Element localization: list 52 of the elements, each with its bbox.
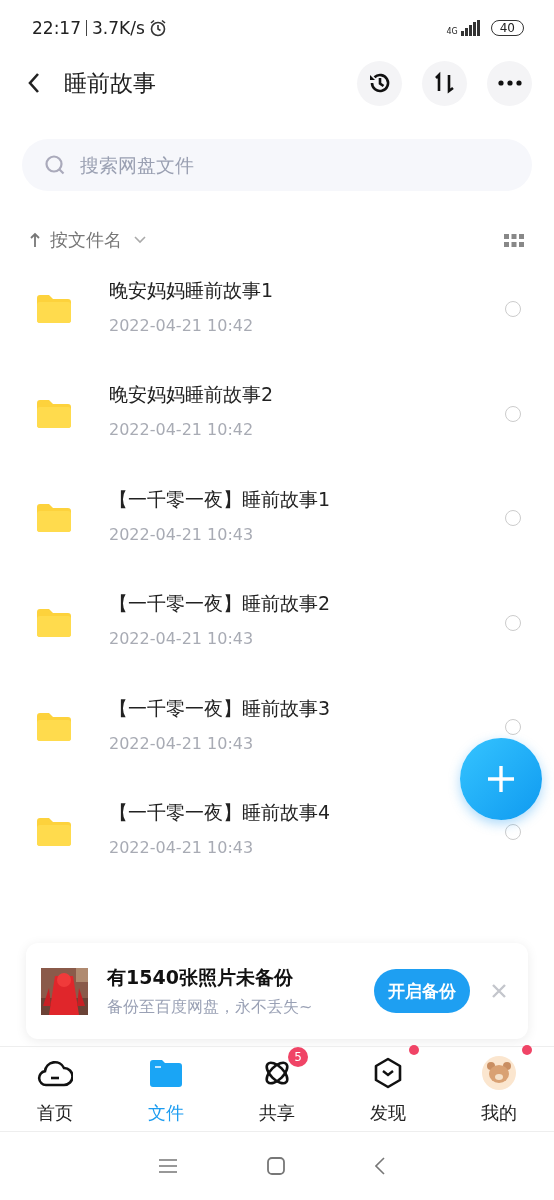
more-icon	[497, 80, 522, 86]
sort-dropdown[interactable]: 按文件名	[50, 228, 146, 252]
more-button[interactable]	[487, 60, 532, 106]
search-icon	[44, 154, 66, 176]
folder-icon	[150, 1059, 183, 1087]
add-button[interactable]	[460, 738, 542, 820]
back-icon[interactable]	[26, 71, 42, 95]
network-type: 4G	[446, 27, 458, 36]
arrow-up-icon	[30, 232, 40, 248]
menu-icon[interactable]	[159, 1159, 177, 1173]
folder-icon	[37, 713, 71, 742]
tab[interactable]: 发现	[332, 1047, 444, 1131]
folder-name[interactable]: 晚安妈妈睡前故事1	[109, 277, 274, 304]
chevron-down-icon	[134, 236, 146, 244]
modified-date: 2022-04-21 10:43	[109, 629, 254, 649]
sort-button[interactable]	[422, 60, 467, 106]
folder-name[interactable]: 【一千零一夜】睡前故事2	[109, 591, 331, 618]
folder-icon	[37, 295, 71, 324]
network-speed: 3.7K/s	[92, 17, 145, 38]
close-icon[interactable]	[492, 984, 506, 998]
modified-date: 2022-04-21 10:43	[109, 733, 254, 753]
count-badge: 5	[288, 1047, 308, 1067]
alarm-icon	[148, 18, 167, 37]
folder-name[interactable]: 【一千零一夜】睡前故事3	[109, 695, 331, 722]
history-button[interactable]	[357, 60, 402, 106]
modified-date: 2022-04-21 10:43	[109, 838, 254, 858]
home-square-icon[interactable]	[267, 1157, 285, 1175]
tab[interactable]: 5 共享	[221, 1047, 333, 1131]
backup-title: 有1540张照片未备份	[107, 964, 294, 990]
avatar-icon	[481, 1056, 516, 1090]
grid-view-icon[interactable]	[504, 233, 524, 247]
search-field[interactable]: 搜索网盘文件	[22, 139, 532, 191]
folder-name[interactable]: 【一千零一夜】睡前故事4	[109, 800, 331, 827]
cloud-icon	[37, 1058, 74, 1088]
page-title: 睡前故事	[64, 68, 157, 98]
modified-date: 2022-04-21 10:43	[109, 524, 254, 544]
folder-icon	[37, 504, 71, 533]
modified-date: 2022-04-21 10:42	[109, 420, 254, 440]
modified-date: 2022-04-21 10:42	[109, 315, 254, 335]
folder-icon	[37, 399, 71, 428]
folder-name[interactable]: 【一千零一夜】睡前故事1	[109, 486, 331, 513]
tab[interactable]: 首页	[0, 1047, 111, 1131]
atom-icon	[262, 1058, 292, 1088]
tab[interactable]: 我的	[443, 1047, 554, 1131]
signal-icon	[460, 19, 481, 36]
backup-subtitle: 备份至百度网盘，永不丢失~	[107, 996, 314, 1018]
folder-icon	[37, 608, 71, 637]
plus-icon	[486, 764, 516, 794]
folder-icon	[37, 817, 71, 846]
hexagon-clock-icon	[372, 1057, 403, 1089]
clock-time: 22:17	[32, 17, 81, 38]
folder-name[interactable]: 晚安妈妈睡前故事2	[109, 382, 274, 409]
